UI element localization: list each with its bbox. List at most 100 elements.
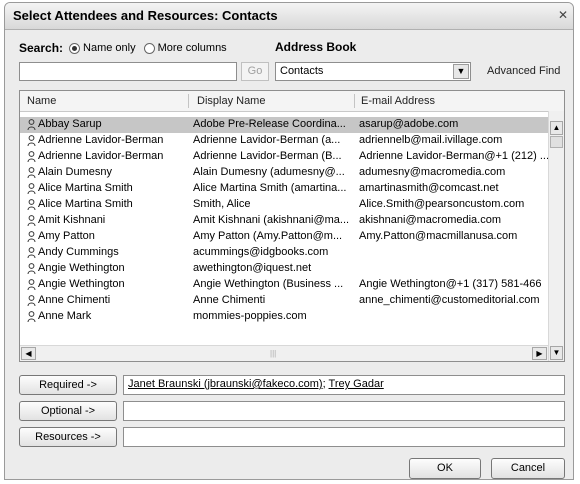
contact-name: Alain Dumesny [38, 166, 112, 178]
table-row[interactable]: Abbay Sarup Adobe Pre-Release Coordina...… [20, 117, 548, 133]
contact-icon [27, 151, 37, 166]
table-row[interactable]: Angie Wethington Angie Wethington (Busine… [20, 277, 548, 293]
contact-display-name: Anne Chimenti [193, 294, 266, 306]
table-row[interactable]: Alice Martina Smith Alice Martina Smith (… [20, 181, 548, 197]
horizontal-scrollbar[interactable]: ◀ ||| ▶ [20, 345, 548, 361]
table-row[interactable]: Amit Kishnani Amit Kishnani (akishnani@ma… [20, 213, 548, 229]
required-field[interactable]: Janet Braunski (jbraunski@fakeco.com); T… [123, 375, 565, 395]
contact-email: Alice.Smith@pearsoncustom.com [359, 198, 525, 210]
contact-display-name: Amy Patton (Amy.Patton@m... [193, 230, 343, 242]
column-header-email[interactable]: E-mail Address [361, 95, 435, 107]
table-row[interactable]: Andy Cummings acummings@idgbooks.com [20, 245, 548, 261]
contact-display-name: Adobe Pre-Release Coordina... [193, 118, 346, 130]
contact-display-name: Smith, Alice [193, 198, 251, 210]
contact-name: Angie Wethington [38, 278, 125, 290]
contact-icon [27, 279, 37, 294]
contact-email: asarup@adobe.com [359, 118, 459, 130]
contact-icon [27, 311, 37, 326]
table-row[interactable]: Amy Patton Amy Patton (Amy.Patton@m... Amy… [20, 229, 548, 245]
address-book-label: Address Book [275, 40, 357, 54]
table-row[interactable]: Anne Mark mommies-poppies.com [20, 309, 548, 325]
scroll-right-icon[interactable]: ▶ [532, 347, 547, 360]
required-button[interactable]: Required -> [19, 375, 117, 395]
scroll-down-icon[interactable]: ▼ [550, 346, 563, 360]
contact-name: Abbay Sarup [38, 118, 102, 130]
contact-icon [27, 247, 37, 262]
select-attendees-dialog: Select Attendees and Resources: Contacts… [4, 2, 574, 480]
contact-email: akishnani@macromedia.com [359, 214, 502, 226]
close-icon[interactable]: ✕ [555, 7, 571, 23]
contact-email: adumesny@macromedia.com [359, 166, 506, 178]
contact-icon [27, 119, 37, 134]
contact-display-name: Adrienne Lavidor-Berman (B... [193, 150, 342, 162]
contact-email: adriennelb@mail.ivillage.com [359, 134, 503, 146]
list-header: Name Display Name E-mail Address [20, 91, 564, 112]
contact-display-name: mommies-poppies.com [193, 310, 307, 322]
contact-icon [27, 135, 37, 150]
contact-email: Angie Wethington@+1 (317) 581-466 [359, 278, 542, 290]
attendee-chip[interactable]: Janet Braunski (jbraunski@fakeco.com) [128, 378, 323, 390]
contact-display-name: Adrienne Lavidor-Berman (a... [193, 134, 341, 146]
column-divider[interactable] [354, 94, 355, 108]
optional-field[interactable] [123, 401, 565, 421]
table-row[interactable]: Alice Martina Smith Smith, Alice Alice.Smi… [20, 197, 548, 213]
more-columns-label: More columns [157, 42, 227, 54]
optional-button[interactable]: Optional -> [19, 401, 117, 421]
table-row[interactable]: Alain Dumesny Alain Dumesny (adumesny@...… [20, 165, 548, 181]
contact-display-name: Alice Martina Smith (amartina... [193, 182, 347, 194]
attendee-chip[interactable]: Trey Gadar [329, 378, 384, 390]
title-bar[interactable]: Select Attendees and Resources: Contacts… [5, 3, 573, 30]
contacts-list[interactable]: Name Display Name E-mail Address Abbay S… [19, 90, 565, 362]
contact-name: Alice Martina Smith [38, 182, 133, 194]
scroll-thumb[interactable] [550, 136, 563, 148]
scroll-left-icon[interactable]: ◀ [21, 347, 36, 360]
name-only-radio[interactable]: Name only [69, 42, 136, 54]
contact-display-name: awethington@iquest.net [193, 262, 312, 274]
dialog-title: Select Attendees and Resources: Contacts [13, 8, 278, 23]
chevron-down-icon[interactable]: ▼ [453, 64, 469, 79]
vertical-scrollbar[interactable]: ▲ ▼ [548, 111, 564, 361]
resources-field[interactable] [123, 427, 565, 447]
contact-display-name: Amit Kishnani (akishnani@ma... [193, 214, 350, 226]
contact-email: Adrienne Lavidor-Berman@+1 (212) ... [359, 150, 548, 162]
column-header-name[interactable]: Name [27, 95, 56, 107]
contact-icon [27, 231, 37, 246]
contact-email: Amy.Patton@macmillanusa.com [359, 230, 518, 242]
table-row[interactable]: Anne Chimenti Anne Chimenti anne_chimenti@… [20, 293, 548, 309]
contact-icon [27, 215, 37, 230]
search-options: Search: Name only More columns [19, 40, 235, 56]
column-header-display-name[interactable]: Display Name [197, 95, 265, 107]
address-book-select[interactable]: Contacts ▼ [275, 62, 471, 81]
cancel-button[interactable]: Cancel [491, 458, 565, 479]
advanced-find-link[interactable]: Advanced Find [487, 65, 560, 77]
scroll-grip-icon[interactable]: ||| [270, 349, 276, 358]
scroll-up-icon[interactable]: ▲ [550, 121, 563, 135]
contact-name: Amy Patton [38, 230, 95, 242]
contact-name: Andy Cummings [38, 246, 119, 258]
address-book-value: Contacts [280, 65, 324, 77]
list-rows: Abbay Sarup Adobe Pre-Release Coordina...… [20, 117, 548, 325]
contact-icon [27, 183, 37, 198]
go-button[interactable]: Go [241, 62, 269, 81]
name-only-label: Name only [83, 42, 136, 54]
contact-display-name: Alain Dumesny (adumesny@... [193, 166, 345, 178]
contact-icon [27, 263, 37, 278]
contact-name: Amit Kishnani [38, 214, 106, 226]
contact-icon [27, 167, 37, 182]
contact-icon [27, 199, 37, 214]
radio-selected-icon [69, 42, 81, 54]
contact-name: Anne Mark [38, 310, 92, 322]
ok-button[interactable]: OK [409, 458, 481, 479]
resources-button[interactable]: Resources -> [19, 427, 117, 447]
table-row[interactable]: Adrienne Lavidor-Berman Adrienne Lavidor-… [20, 133, 548, 149]
contact-name: Angie Wethington [38, 262, 125, 274]
table-row[interactable]: Angie Wethington awethington@iquest.net [20, 261, 548, 277]
search-label: Search: [19, 41, 64, 55]
table-row[interactable]: Adrienne Lavidor-Berman Adrienne Lavidor-… [20, 149, 548, 165]
contact-name: Alice Martina Smith [38, 198, 133, 210]
more-columns-radio[interactable]: More columns [143, 42, 227, 54]
search-input[interactable] [19, 62, 237, 81]
column-divider[interactable] [188, 94, 189, 108]
contact-icon [27, 295, 37, 310]
contact-name: Adrienne Lavidor-Berman [38, 134, 164, 146]
